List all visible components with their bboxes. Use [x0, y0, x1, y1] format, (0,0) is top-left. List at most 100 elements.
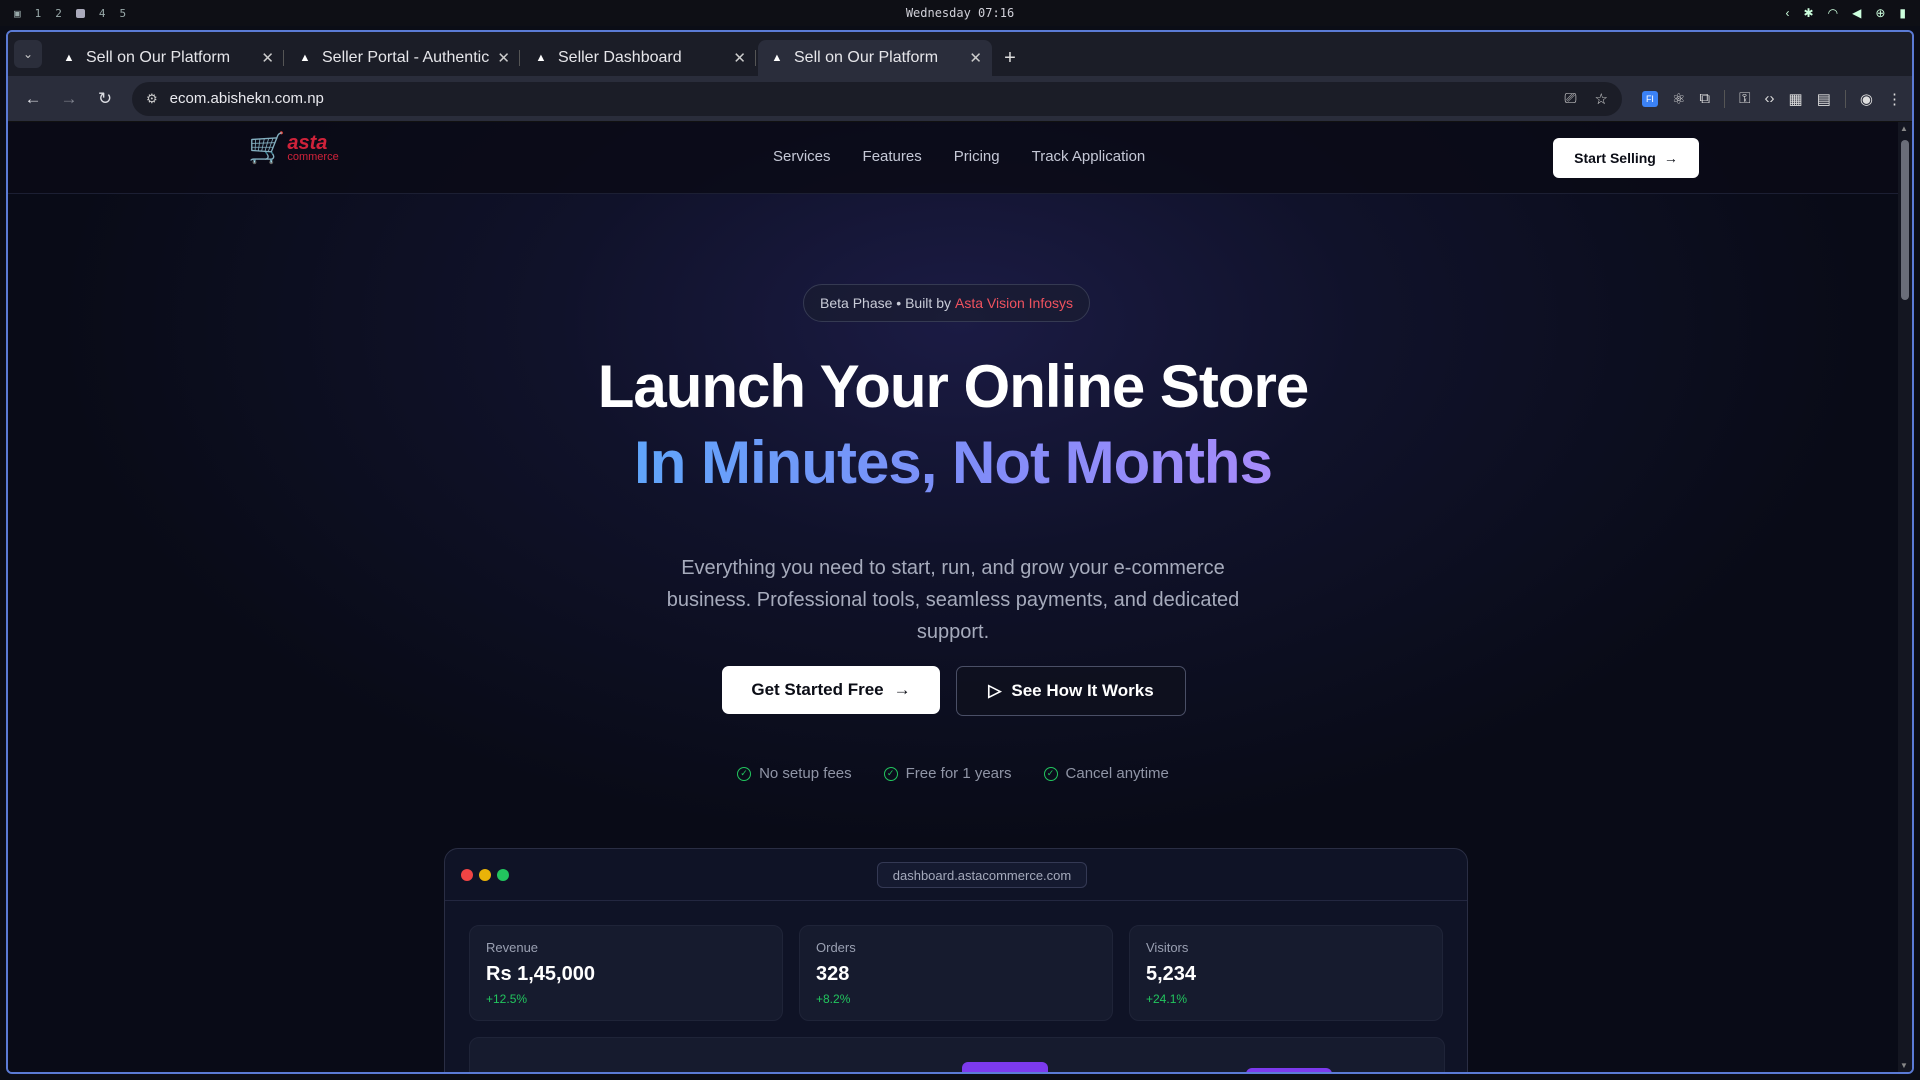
get-started-label: Get Started Free — [751, 680, 884, 699]
extension-fi-icon[interactable]: FI — [1641, 90, 1658, 107]
table-icon[interactable]: ▦ — [1789, 90, 1803, 108]
scroll-down-arrow-icon[interactable]: ▼ — [1900, 1061, 1908, 1070]
browser-window: ⌄ ▲ Sell on Our Platform ✕ ▲ Seller Port… — [6, 30, 1914, 1074]
perk-item: ✓ Free for 1 years — [883, 765, 1012, 782]
tab-1[interactable]: ▲ Sell on Our Platform ✕ — [50, 40, 284, 76]
nav-services[interactable]: Services — [773, 148, 831, 165]
page-viewport: 🛒 asta commerce Services Features Pricin… — [8, 122, 1912, 1072]
arrow-right-icon: → — [1663, 150, 1678, 166]
password-key-icon[interactable]: ⚿ — [1739, 90, 1750, 107]
nav-features[interactable]: Features — [863, 148, 922, 165]
bluetooth-icon[interactable]: ✱ — [1804, 6, 1814, 20]
close-icon[interactable]: ✕ — [733, 49, 746, 67]
dashboard-titlebar: dashboard.astacommerce.com — [445, 849, 1467, 901]
start-selling-button[interactable]: Start Selling → — [1553, 138, 1699, 178]
tab-3[interactable]: ▲ Seller Dashboard ✕ — [522, 40, 756, 76]
reload-icon: ↻ — [97, 88, 113, 108]
chevron-down-icon: ⌄ — [22, 47, 34, 61]
arrow-right-icon: → — [893, 680, 911, 699]
close-icon[interactable]: ✕ — [969, 49, 982, 67]
see-how-label: See How It Works — [1011, 681, 1154, 700]
tab-search-button[interactable]: ⌄ — [14, 40, 42, 68]
tab-title: Seller Portal - Authentic — [322, 49, 490, 66]
tab-strip: ⌄ ▲ Sell on Our Platform ✕ ▲ Seller Port… — [8, 32, 1912, 76]
site-info-icon[interactable]: ⚙ — [146, 91, 158, 107]
reading-list-icon[interactable]: ▤ — [1817, 90, 1831, 108]
install-app-icon[interactable]: ⎚ — [1564, 90, 1576, 108]
address-bar[interactable]: ⚙ ecom.abishekn.com.np ⎚ ☆ — [132, 81, 1622, 116]
stat-delta: +24.1% — [1146, 992, 1188, 1006]
dashboard-stats: Revenue Rs 1,45,000 +12.5% Orders 328 +8… — [469, 925, 1443, 1021]
site-logo[interactable]: 🛒 asta commerce — [248, 132, 339, 164]
clock: Wednesday 07:16 — [905, 6, 1015, 20]
logo-subword: commerce — [287, 151, 339, 163]
get-started-button[interactable]: Get Started Free → — [722, 666, 940, 714]
bookmark-star-icon[interactable]: ☆ — [1594, 90, 1607, 108]
nav-pricing[interactable]: Pricing — [954, 148, 1000, 165]
scrollbar-thumb[interactable] — [1901, 140, 1909, 300]
battery-icon[interactable]: ▮ — [1899, 6, 1906, 20]
back-button[interactable]: ← — [18, 84, 48, 114]
triangle-favicon-icon: ▲ — [63, 52, 75, 64]
menu-kebab-icon[interactable]: ⋮ — [1887, 90, 1902, 108]
stat-card-orders: Orders 328 +8.2% — [799, 925, 1113, 1021]
scroll-up-arrow-icon[interactable]: ▲ — [1900, 124, 1908, 133]
check-circle-icon: ✓ — [1043, 766, 1058, 781]
badge-prefix: Beta Phase • Built by — [820, 295, 951, 311]
hero-subtitle: Everything you need to start, run, and g… — [666, 557, 1240, 643]
forward-button[interactable]: → — [54, 84, 84, 114]
workspace-switcher[interactable]: ▣ 1 2 4 5 — [14, 7, 126, 20]
browser-toolbar: ← → ↻ ⚙ ecom.abishekn.com.np ⎚ ☆ FI ⚛ ⧉ … — [8, 76, 1912, 122]
badge-brand[interactable]: Asta Vision Infosys — [955, 295, 1073, 311]
react-devtools-icon[interactable]: ⚛ — [1672, 90, 1685, 108]
tab-title: Sell on Our Platform — [794, 49, 939, 66]
dashboard-preview: dashboard.astacommerce.com Revenue Rs 1,… — [444, 848, 1468, 1072]
settings-icon[interactable]: ⊕ — [1875, 6, 1885, 20]
workspace-1[interactable]: 1 — [35, 7, 42, 20]
system-tray: ‹ ✱ ◠ ◀ ⊕ ▮ — [1786, 6, 1906, 20]
volume-icon[interactable]: ◀ — [1852, 6, 1861, 20]
see-how-it-works-button[interactable]: ▷ See How It Works — [956, 666, 1186, 716]
tab-4-active[interactable]: ▲ Sell on Our Platform ✕ — [758, 40, 992, 76]
chart-bar — [962, 1062, 1048, 1072]
chart-bar — [1246, 1068, 1332, 1072]
plus-icon: + — [1004, 46, 1016, 69]
tab-title: Seller Dashboard — [558, 49, 682, 66]
window-minimize-dot — [479, 869, 491, 881]
hero-headline-2-text: In Minutes, Not Months — [634, 429, 1273, 496]
stat-label: Revenue — [486, 940, 539, 955]
workspace-5[interactable]: 5 — [120, 7, 127, 20]
arrow-left-icon: ← — [24, 88, 42, 108]
code-icon[interactable]: ‹› — [1765, 90, 1775, 107]
close-icon[interactable]: ✕ — [497, 49, 510, 67]
workspace-2[interactable]: 2 — [55, 7, 62, 20]
perk-item: ✓ No setup fees — [737, 765, 852, 782]
stat-value: Rs 1,45,000 — [486, 963, 595, 985]
new-tab-button[interactable]: + — [994, 40, 1026, 76]
workspace-active-indicator[interactable] — [75, 8, 85, 18]
close-icon[interactable]: ✕ — [261, 49, 274, 67]
wifi-icon[interactable]: ◠ — [1828, 6, 1838, 20]
chevron-left-icon[interactable]: ‹ — [1786, 6, 1790, 20]
workspace-4[interactable]: 4 — [99, 7, 106, 20]
extensions-area: FI ⚛ ⧉ ⚿ ‹› ▦ ▤ ◉ ⋮ — [1641, 89, 1902, 108]
stat-card-visitors: Visitors 5,234 +24.1% — [1129, 925, 1443, 1021]
perk-label: Cancel anytime — [1065, 765, 1169, 782]
arrow-right-icon: → — [60, 88, 78, 108]
perk-label: No setup fees — [759, 765, 852, 782]
triangle-favicon-icon: ▲ — [771, 52, 783, 64]
triangle-favicon-icon: ▲ — [299, 52, 311, 64]
url-text[interactable]: ecom.abishekn.com.np — [170, 90, 324, 107]
check-circle-icon: ✓ — [737, 766, 752, 781]
extensions-puzzle-icon[interactable]: ⧉ — [1699, 90, 1710, 107]
start-selling-label: Start Selling — [1574, 150, 1656, 166]
tab-2[interactable]: ▲ Seller Portal - Authentic ✕ — [286, 40, 520, 76]
nav-track-application[interactable]: Track Application — [1032, 148, 1146, 165]
reload-button[interactable]: ↻ — [90, 84, 120, 114]
logo-word: asta — [287, 132, 328, 154]
window-maximize-dot — [497, 869, 509, 881]
page-scrollbar[interactable]: ▲ ▼ — [1898, 122, 1912, 1072]
stat-label: Visitors — [1146, 940, 1189, 955]
dashboard-url: dashboard.astacommerce.com — [877, 862, 1087, 888]
profile-avatar-icon[interactable]: ◉ — [1860, 90, 1873, 108]
